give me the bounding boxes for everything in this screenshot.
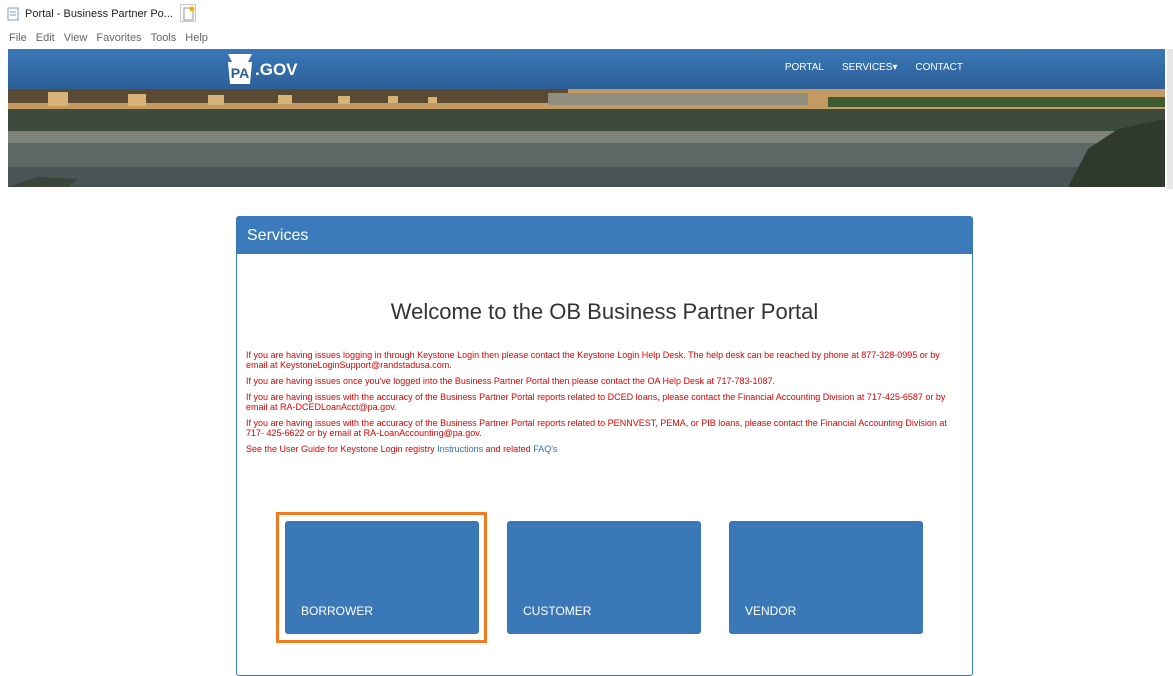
panel-heading: Services [237,217,972,254]
browser-tab[interactable]: Portal - Business Partner Po... × [6,3,186,25]
menu-tools[interactable]: Tools [151,32,177,44]
browser-tabbar: Portal - Business Partner Po... × [0,0,1173,27]
guide-middle: and related [483,444,534,454]
banner-image [8,89,1165,187]
menu-favorites[interactable]: Favorites [96,32,141,44]
nav-contact[interactable]: CONTACT [915,62,963,73]
menu-edit[interactable]: Edit [36,32,55,44]
page-icon [6,7,20,21]
page-title: Welcome to the OB Business Partner Porta… [390,299,819,324]
customer-label: CUSTOMER [523,604,592,618]
menu-view[interactable]: View [64,32,88,44]
nav-portal[interactable]: PORTAL [785,62,824,73]
customer-button[interactable]: CUSTOMER [507,521,701,634]
notices: If you are having issues logging in thro… [246,350,962,460]
main-nav: PORTAL SERVICES▾ CONTACT [767,62,963,73]
notice-keystone: If you are having issues logging in thro… [246,350,940,370]
tab-title: Portal - Business Partner Po... [25,8,173,20]
keystone-icon: PA [226,54,254,84]
browser-menubar: File Edit View Favorites Tools Help [0,27,1173,49]
guide-prefix: See the User Guide for Keystone Login re… [246,444,438,454]
notice-dced: If you are having issues with the accura… [246,392,946,412]
new-tab-button[interactable] [180,4,196,22]
faq-link[interactable]: FAQ's [533,444,557,454]
notice-pennvest: If you are having issues with the accura… [246,418,947,438]
vendor-button[interactable]: VENDOR [729,521,923,634]
page-scrollbar[interactable] [1165,49,1173,668]
pa-gov-logo[interactable]: PA .GOV [226,54,298,84]
borrower-highlight-frame [276,512,487,643]
logo-gov-text: .GOV [255,60,298,79]
menu-help[interactable]: Help [185,32,208,44]
instructions-link[interactable]: Instructions [437,444,483,454]
scrollbar-thumb[interactable] [1167,49,1173,189]
nav-services[interactable]: SERVICES▾ [842,62,897,73]
vendor-label: VENDOR [745,604,797,618]
logo-pa-text: PA [231,65,249,81]
new-tab-icon [183,6,195,21]
menu-file[interactable]: File [9,32,27,44]
site-header: PA .GOV PORTAL SERVICES▾ CONTACT [8,49,1165,89]
notice-oa-helpdesk: If you are having issues once you've log… [246,376,776,386]
notice-user-guide: See the User Guide for Keystone Login re… [246,444,962,454]
